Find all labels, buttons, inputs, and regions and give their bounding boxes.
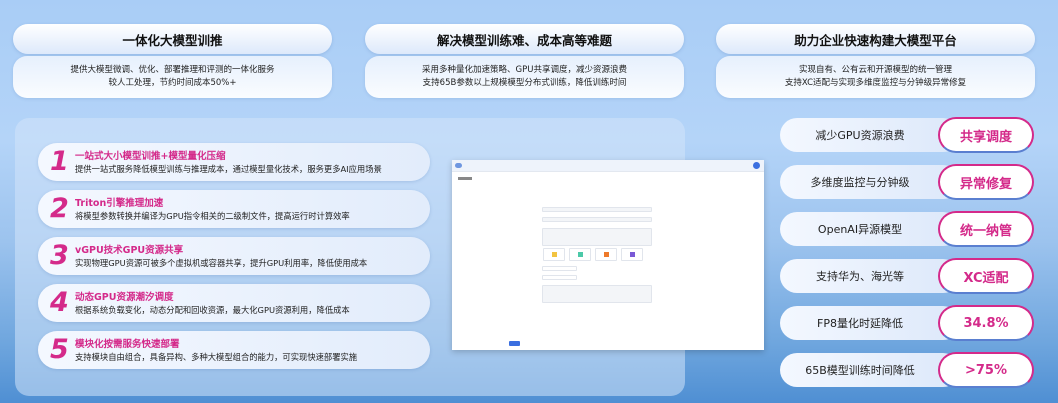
highlight-row: FP8量化时延降低 34.8% (780, 305, 1034, 341)
highlight-row: 多维度监控与分钟级 异常修复 (780, 164, 1034, 200)
feature-title: 动态GPU资源潮汐调度 (75, 292, 174, 303)
input-field (542, 207, 652, 212)
feature-number: 4 (50, 287, 69, 318)
feature-item: 4 动态GPU资源潮汐调度根据系统负载变化，动态分配和回收资源，最大化GPU资源利… (38, 284, 430, 322)
feature-title: vGPU技术GPU资源共享 (75, 245, 184, 256)
card-line: 实现自有、公有云和开源模型的统一管理 (798, 65, 952, 75)
card-line: 支持XC适配与实现多维度监控与分钟级异常修复 (784, 78, 967, 88)
submit-button (509, 341, 520, 346)
feature-desc: 将模型参数转换并编译为GPU指令相关的二级制文件，提高运行时计算效率 (75, 211, 350, 221)
highlight-badge: >75% (938, 352, 1034, 388)
avatar (753, 162, 760, 169)
highlight-label: 多维度监控与分钟级 (780, 165, 960, 199)
textarea-field (542, 285, 652, 303)
card-platform: 助力企业快速构建大模型平台 实现自有、公有云和开源模型的统一管理支持XC适配与实… (716, 24, 1035, 98)
highlight-badge: 34.8% (938, 305, 1034, 341)
feature-desc: 提供一站式服务降低模型训练与推理成本，通过模型量化技术，服务更多AI应用场景 (75, 164, 382, 174)
highlight-row: 支持华为、海光等 XC适配 (780, 258, 1034, 294)
app-header (452, 160, 764, 172)
card-integrated: 一体化大模型训推 提供大模型微调、优化、部署推理和评测的一体化服务 较人工处理，节… (13, 24, 332, 98)
feature-number: 2 (50, 193, 69, 224)
option-card (595, 248, 617, 261)
highlight-row: OpenAI异源模型 统一纳管 (780, 211, 1034, 247)
select-field (542, 217, 652, 222)
feature-item: 1 一站式大小模型训推+模型量化压缩提供一站式服务降低模型训练与推理成本，通过模型… (38, 143, 430, 181)
feature-item: 2 Triton引擎推理加速将模型参数转换并编译为GPU指令相关的二级制文件，提高… (38, 190, 430, 228)
feature-title: 一站式大小模型训推+模型量化压缩 (75, 151, 226, 162)
option-card (621, 248, 643, 261)
card-title: 一体化大模型训推 (13, 24, 332, 54)
highlight-row: 65B模型训练时间降低 >75% (780, 352, 1034, 388)
card-title: 解决模型训练难、成本高等难题 (365, 24, 684, 54)
feature-number: 1 (50, 146, 69, 177)
feature-title: Triton引擎推理加速 (75, 198, 164, 209)
feature-item: 3 vGPU技术GPU资源共享实现物理GPU资源可被多个虚拟机或容器共享，提升GP… (38, 237, 430, 275)
highlight-badge: 统一纳管 (938, 211, 1034, 247)
highlight-label: 减少GPU资源浪费 (780, 118, 960, 152)
highlight-label: 支持华为、海光等 (780, 259, 960, 293)
app-screenshot (452, 160, 764, 350)
feature-item: 5 模块化按需服务快速部署支持模块自由组合，具备异构、多种大模型组合的能力，可实现… (38, 331, 430, 369)
card-line: 提供大模型微调、优化、部署推理和评测的一体化服务 (70, 65, 275, 75)
feature-number: 5 (50, 334, 69, 365)
option-card (543, 248, 565, 261)
radio-option (542, 275, 577, 280)
feature-title: 模块化按需服务快速部署 (75, 339, 180, 350)
card-title: 助力企业快速构建大模型平台 (716, 24, 1035, 54)
highlight-badge: XC适配 (938, 258, 1034, 294)
textarea-field (542, 228, 652, 246)
highlight-badge: 共享调度 (938, 117, 1034, 153)
highlight-row: 减少GPU资源浪费 共享调度 (780, 117, 1034, 153)
option-card (569, 248, 591, 261)
logo-icon (455, 163, 462, 168)
back-icon (458, 177, 472, 180)
feature-number: 3 (50, 240, 69, 271)
highlight-label: FP8量化时延降低 (780, 306, 960, 340)
radio-option (542, 266, 577, 271)
highlight-badge: 异常修复 (938, 164, 1034, 200)
card-line: 支持65B参数以上规模模型分布式训练，降低训练时间 (422, 78, 627, 88)
feature-desc: 实现物理GPU资源可被多个虚拟机或容器共享，提升GPU利用率，降低使用成本 (75, 258, 368, 268)
highlight-label: OpenAI异源模型 (780, 212, 960, 246)
card-line: 采用多种量化加速策略、GPU共享调度，减少资源浪费 (422, 65, 627, 75)
card-line: 较人工处理，节约时间成本50%+ (108, 78, 237, 88)
feature-desc: 支持模块自由组合，具备异构、多种大模型组合的能力，可实现快速部署实施 (75, 352, 358, 362)
card-training: 解决模型训练难、成本高等难题 采用多种量化加速策略、GPU共享调度，减少资源浪费… (365, 24, 684, 98)
highlight-label: 65B模型训练时间降低 (780, 353, 960, 387)
feature-desc: 根据系统负载变化，动态分配和回收资源，最大化GPU资源利用，降低成本 (75, 305, 350, 315)
